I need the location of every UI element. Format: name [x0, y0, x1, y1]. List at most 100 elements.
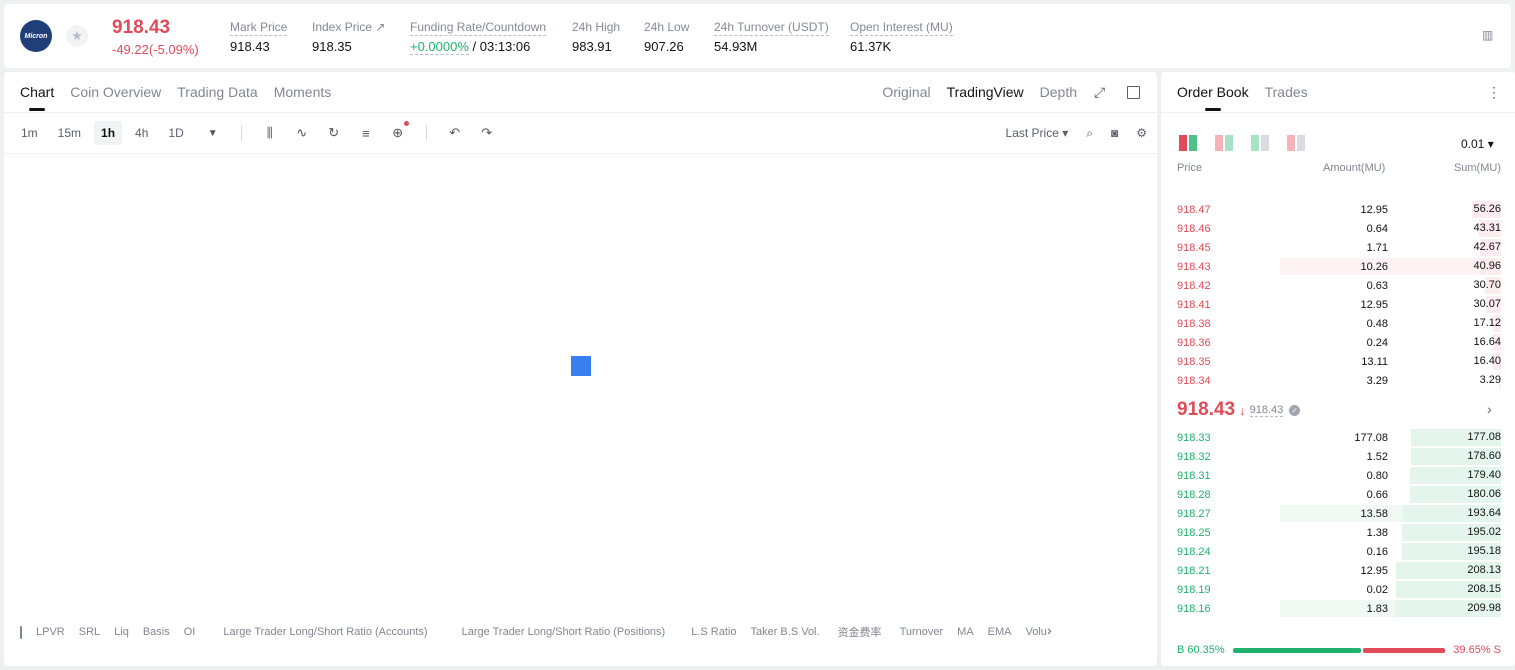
bids-only-icon[interactable]	[1251, 135, 1269, 151]
indicator-item[interactable]: EMA	[988, 626, 1012, 638]
stat-24h-turnover: 24h Turnover (USDT) 54.93M	[714, 20, 829, 54]
redo-icon[interactable]: ↷	[478, 125, 496, 141]
ask-sum: 3.29	[1479, 374, 1501, 386]
bid-row[interactable]: 918.24 0.16 195.18	[1161, 542, 1515, 561]
tab-order-book[interactable]: Order Book	[1177, 84, 1249, 111]
ask-row[interactable]: 918.47 12.95 56.26	[1161, 200, 1515, 219]
price-change: -49.22(-5.09%)	[112, 42, 199, 57]
precision-dropdown[interactable]: 0.01 ▾	[1461, 137, 1494, 151]
more-options-icon[interactable]: ⋮	[1487, 84, 1501, 101]
indicator-item[interactable]: Basis	[143, 626, 170, 638]
refresh-icon[interactable]: ↻	[325, 125, 343, 141]
book-icon[interactable]: ▥	[1482, 28, 1496, 42]
indicator-item[interactable]: OI	[184, 626, 196, 638]
camera-icon[interactable]: ◙	[1111, 126, 1118, 140]
buy-sell-ratio: B 60.35% 39.65% S	[1177, 644, 1501, 656]
view-original[interactable]: Original	[882, 84, 930, 100]
both-sides-icon[interactable]	[1179, 135, 1197, 151]
chart-view-tabs: Original TradingView Depth	[882, 84, 1077, 100]
ask-price: 918.41	[1177, 299, 1211, 311]
indicator-item[interactable]: Large Trader Long/Short Ratio (Positions…	[462, 626, 666, 638]
indicator-item[interactable]: MA	[957, 626, 974, 638]
ask-row[interactable]: 918.45 1.71 42.67	[1161, 238, 1515, 257]
view-tradingview[interactable]: TradingView	[947, 84, 1024, 100]
indicator-item[interactable]: Liq	[114, 626, 129, 638]
chevron-right-icon[interactable]: ›	[1047, 622, 1052, 638]
bid-sum: 177.08	[1467, 431, 1501, 443]
timeframe-dropdown-icon[interactable]: ▼	[204, 128, 222, 139]
bid-price: 918.25	[1177, 527, 1211, 539]
candlestick-icon[interactable]: ⫼	[261, 125, 279, 141]
timeframe-4h[interactable]: 4h	[128, 121, 155, 145]
ask-row[interactable]: 918.43 10.26 40.96	[1161, 257, 1515, 276]
buy-sell-icon[interactable]	[1215, 135, 1233, 151]
ask-row[interactable]: 918.34 3.29 3.29	[1161, 371, 1515, 390]
ask-row[interactable]: 918.41 12.95 30.07	[1161, 295, 1515, 314]
indicator-item[interactable]: Large Trader Long/Short Ratio (Accounts)	[223, 626, 427, 638]
mid-price-row[interactable]: 918.43 ↓ 918.43 ✓	[1177, 399, 1301, 421]
tab-trades[interactable]: Trades	[1265, 84, 1308, 111]
layout-list-icon[interactable]: ≡	[357, 126, 375, 141]
ask-price: 918.38	[1177, 318, 1211, 330]
tab-chart[interactable]: Chart	[20, 84, 54, 111]
ask-row[interactable]: 918.36 0.24 16.64	[1161, 333, 1515, 352]
stat-index-price[interactable]: Index Price ↗ 918.35	[312, 18, 385, 54]
indicator-item[interactable]: 资金费率	[838, 624, 882, 640]
bid-row[interactable]: 918.28 0.66 180.06	[1161, 485, 1515, 504]
bid-row[interactable]: 918.32 1.52 178.60	[1161, 447, 1515, 466]
bid-sum: 179.40	[1467, 469, 1501, 481]
favorite-star-icon[interactable]: ★	[66, 25, 88, 47]
chevron-right-icon[interactable]: ›	[1487, 401, 1492, 417]
bid-row[interactable]: 918.31 0.80 179.40	[1161, 466, 1515, 485]
bid-row[interactable]: 918.21 12.95 208.13	[1161, 561, 1515, 580]
timeframe-1h[interactable]: 1h	[94, 121, 123, 145]
indicator-icon[interactable]: ∿	[293, 125, 311, 141]
bid-row[interactable]: 918.16 1.83 209.98	[1161, 599, 1515, 618]
sell-ratio-label: 39.65% S	[1453, 644, 1501, 656]
bid-amount: 12.95	[1360, 565, 1388, 577]
ask-row[interactable]: 918.46 0.64 43.31	[1161, 219, 1515, 238]
undo-icon[interactable]: ↶	[446, 125, 464, 141]
indicator-item[interactable]: SRL	[79, 626, 100, 638]
ask-row[interactable]: 918.35 13.11 16.40	[1161, 352, 1515, 371]
bid-row[interactable]: 918.33 177.08 177.08	[1161, 428, 1515, 447]
calendar-icon[interactable]	[20, 625, 22, 639]
ask-price: 918.43	[1177, 261, 1211, 273]
tab-coin-overview[interactable]: Coin Overview	[70, 84, 161, 111]
bid-sum: 208.13	[1467, 564, 1501, 576]
indicator-item[interactable]: LPVR	[36, 626, 65, 638]
bid-row[interactable]: 918.27 13.58 193.64	[1161, 504, 1515, 523]
bid-amount: 0.80	[1366, 470, 1388, 482]
timeframe-1d[interactable]: 1D	[161, 121, 190, 145]
search-icon[interactable]: ⌕	[1086, 126, 1093, 141]
bid-row[interactable]: 918.19 0.02 208.15	[1161, 580, 1515, 599]
stat-funding-rate: Funding Rate/Countdown +0.0000% / 03:13:…	[410, 20, 547, 55]
view-depth[interactable]: Depth	[1040, 84, 1077, 100]
indicator-item[interactable]: Taker B.S Vol.	[750, 626, 819, 638]
indicator-item[interactable]: Volu	[1026, 626, 1047, 638]
tab-moments[interactable]: Moments	[274, 84, 332, 111]
tab-trading-data[interactable]: Trading Data	[177, 84, 257, 111]
timeframe-15m[interactable]: 15m	[51, 121, 88, 145]
stat-mark-price: Mark Price 918.43	[230, 20, 288, 54]
bid-sum: 195.18	[1467, 545, 1501, 557]
ask-price: 918.42	[1177, 280, 1211, 292]
price-source-dropdown[interactable]: Last Price ▾	[1006, 126, 1069, 140]
add-indicator-icon[interactable]: ⊕	[389, 121, 409, 141]
timeframe-1m[interactable]: 1m	[14, 121, 45, 145]
stat-24h-high: 24h High 983.91	[572, 20, 621, 54]
asks-list: 918.47 12.95 56.26 918.46 0.64 43.31 918.45 1.7…	[1161, 200, 1515, 390]
bid-sum: 193.64	[1467, 507, 1501, 519]
ask-row[interactable]: 918.38 0.48 17.12	[1161, 314, 1515, 333]
asks-only-icon[interactable]	[1287, 135, 1305, 151]
settings-gear-icon[interactable]: ⚙	[1136, 126, 1147, 140]
expand-icon[interactable]: ⤢	[1094, 84, 1105, 101]
fullscreen-icon[interactable]	[1127, 86, 1140, 99]
indicator-item[interactable]: L.S Ratio	[691, 626, 736, 638]
ask-row[interactable]: 918.42 0.63 30.70	[1161, 276, 1515, 295]
ask-sum: 30.07	[1473, 298, 1501, 310]
bid-row[interactable]: 918.25 1.38 195.02	[1161, 523, 1515, 542]
bid-amount: 0.02	[1366, 584, 1388, 596]
indicator-item[interactable]: Turnover	[900, 626, 944, 638]
bid-price: 918.31	[1177, 470, 1211, 482]
